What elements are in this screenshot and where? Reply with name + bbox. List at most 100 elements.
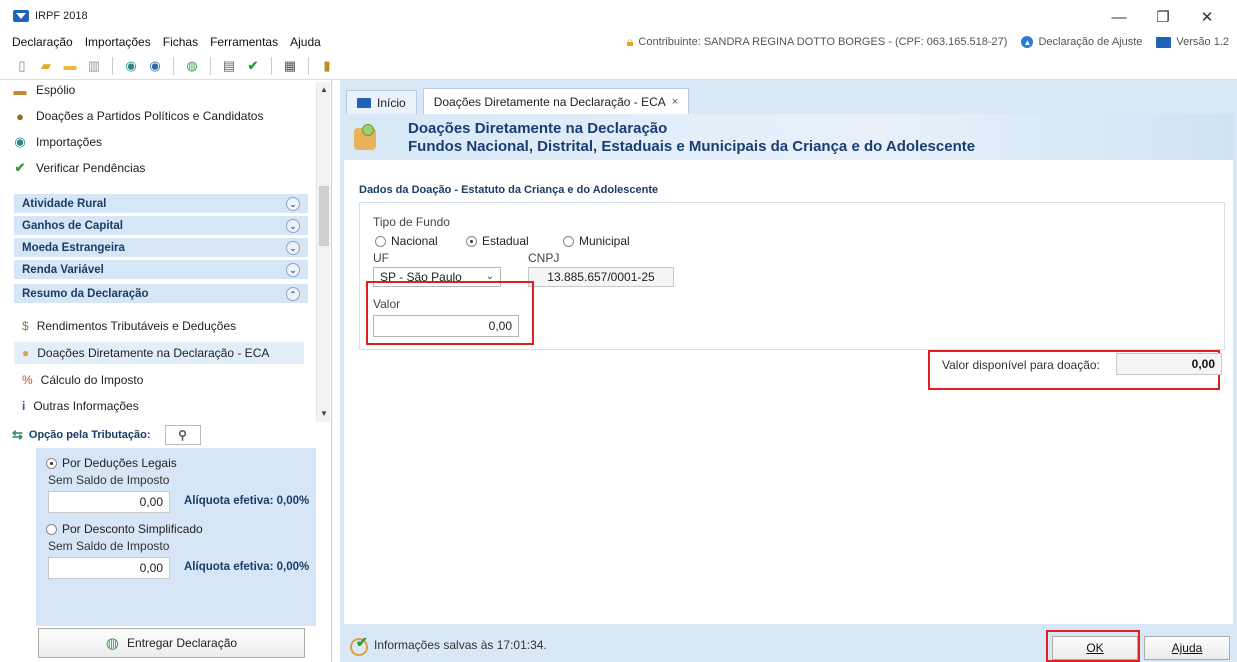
checkmark-icon: ✔ [14, 160, 26, 175]
verify-check-icon[interactable]: ✔ [245, 58, 261, 74]
sidebar-item-calculo-imposto[interactable]: % Cálculo do Imposto [22, 369, 151, 391]
declaration-type-icon: ▲ [1021, 36, 1034, 48]
sidebar-item-label: Verificar Pendências [36, 161, 146, 175]
open-folder-icon[interactable]: ▰ [38, 58, 54, 74]
radio-label: Estadual [482, 234, 529, 248]
title-bar: IRPF 2018 — ❐ ✕ [0, 0, 1237, 32]
app-logo-icon [13, 10, 29, 22]
tab-doacoes-eca[interactable]: Doações Diretamente na Declaração - ECA … [422, 88, 690, 114]
close-button[interactable]: ✕ [1185, 6, 1229, 28]
radio-deducoes-legais[interactable]: Por Deduções Legais [46, 456, 177, 470]
toolbar-separator [210, 56, 211, 75]
calculator-icon[interactable]: ▦ [282, 58, 298, 74]
import-icon[interactable]: ◉ [123, 58, 139, 74]
radio-estadual[interactable]: Estadual [466, 234, 529, 248]
tab-inicio[interactable]: Início [346, 90, 417, 114]
tax-option-header: ⇆ Opção pela Tributação: ⚲ [12, 422, 312, 448]
print-icon[interactable]: ▤ [221, 58, 237, 74]
export-icon[interactable]: ◉ [147, 58, 163, 74]
sidebar-item-espolio[interactable]: ▬ Espólio [12, 82, 76, 98]
radio-nacional[interactable]: Nacional [375, 234, 438, 248]
declaration-type[interactable]: ▲ Declaração de Ajuste [1021, 36, 1142, 48]
status-info: 🔒︎ Contribuinte: SANDRA REGINA DOTTO BOR… [626, 32, 1229, 52]
version-label: Versão 1.2 [1176, 36, 1229, 48]
menu-ajuda[interactable]: Ajuda [290, 35, 321, 49]
globe-icon: ◍ [105, 635, 120, 652]
import-icon: ◉ [14, 134, 26, 149]
section-label: Resumo da Declaração [22, 287, 149, 300]
content-area: Doações Diretamente na Declaração Fundos… [344, 114, 1233, 624]
toolbar-separator [271, 56, 272, 75]
sidebar-item-importacoes[interactable]: ◉ Importações [12, 134, 102, 150]
fund-type-label: Tipo de Fundo [373, 215, 450, 229]
radio-municipal-input[interactable] [563, 235, 574, 247]
sidebar-item-outras-informacoes[interactable]: i Outras Informações [22, 395, 147, 417]
scroll-up-icon[interactable]: ▲ [317, 82, 331, 96]
chevron-down-icon[interactable]: ⌄ [286, 219, 300, 233]
help-book-icon[interactable]: ▮ [319, 58, 335, 74]
menu-ferramentas[interactable]: Ferramentas [210, 35, 278, 49]
saved-check-icon [350, 634, 368, 656]
cnpj-field: 13.885.657/0001-25 [528, 267, 674, 287]
info-icon: i [22, 399, 26, 413]
tab-label: Início [377, 95, 406, 110]
radio-nacional-input[interactable] [375, 235, 386, 247]
scroll-down-icon[interactable]: ▼ [317, 406, 331, 420]
radio-deducoes-legais-input[interactable] [46, 457, 57, 469]
page-title: Doações Diretamente na Declaração [408, 120, 668, 137]
children-icon [354, 124, 376, 150]
toolbar-separator [308, 56, 309, 75]
lock-icon: 🔒︎ [626, 34, 634, 49]
scroll-thumb[interactable] [319, 186, 329, 246]
version-flag-icon [1156, 36, 1172, 48]
sidebar-nav: ▬ Espólio ● Doações a Partidos Políticos… [0, 80, 332, 422]
maximize-button[interactable]: ❐ [1141, 6, 1185, 28]
sidebar-item-label: Doações a Partidos Políticos e Candidato… [36, 109, 264, 123]
menu-fichas[interactable]: Fichas [163, 35, 198, 49]
sidebar-item-doacoes-eca[interactable]: ● Doações Diretamente na Declaração - EC… [14, 342, 304, 364]
section-atividade-rural[interactable]: Atividade Rural ⌄ [14, 194, 308, 214]
minimize-button[interactable]: — [1097, 6, 1141, 28]
sidebar-item-doacoes-partidos[interactable]: ● Doações a Partidos Políticos e Candida… [12, 108, 263, 124]
radio-desconto-simplificado-input[interactable] [46, 523, 57, 535]
section-moeda-estrangeira[interactable]: Moeda Estrangeira ⌄ [14, 238, 308, 258]
chevron-down-icon[interactable]: ⌄ [286, 263, 300, 277]
tax-option-panel: Por Deduções Legais Sem Saldo de Imposto… [36, 448, 316, 626]
sidebar-item-label: Outras Informações [33, 399, 139, 413]
sidebar-item-rendimentos[interactable]: $ Rendimentos Tributáveis e Deduções [22, 315, 244, 337]
globe-icon[interactable]: ◍ [184, 58, 200, 74]
version-info[interactable]: Versão 1.2 [1156, 36, 1229, 48]
radio-municipal[interactable]: Municipal [563, 234, 630, 248]
sidebar-scrollbar[interactable]: ▲ ▼ [316, 82, 330, 422]
section-renda-variavel[interactable]: Renda Variável ⌄ [14, 260, 308, 280]
chevron-up-icon[interactable]: ⌃ [286, 287, 300, 301]
sidebar: ▬ Espólio ● Doações a Partidos Políticos… [0, 80, 332, 662]
desconto-sub-label: Sem Saldo de Imposto [48, 539, 170, 553]
deliver-declaration-button[interactable]: ◍ Entregar Declaração [38, 628, 305, 658]
chevron-down-icon[interactable]: ⌄ [286, 197, 300, 211]
help-button[interactable]: Ajuda [1144, 636, 1230, 660]
folder-icon[interactable]: ▬ [62, 58, 78, 74]
section-label: Moeda Estrangeira [22, 241, 125, 254]
window-title: IRPF 2018 [35, 10, 88, 22]
sidebar-item-verificar-pendencias[interactable]: ✔ Verificar Pendências [12, 160, 146, 176]
menu-declaracao[interactable]: Declaração [12, 35, 73, 49]
declaration-type-label: Declaração de Ajuste [1038, 36, 1143, 48]
section-resumo-da-declaracao[interactable]: Resumo da Declaração ⌃ [14, 284, 308, 304]
radio-label: Municipal [579, 234, 630, 248]
ok-button[interactable]: OK [1052, 636, 1138, 660]
trash-icon[interactable]: ▥ [86, 58, 102, 74]
search-button[interactable]: ⚲ [164, 425, 201, 445]
form-group-title: Dados da Doação - Estatuto da Criança e … [359, 184, 659, 196]
valor-input[interactable]: 0,00 [373, 315, 519, 337]
section-ganhos-de-capital[interactable]: Ganhos de Capital ⌄ [14, 216, 308, 236]
chevron-down-icon[interactable]: ⌄ [286, 241, 300, 255]
deducoes-sub-label: Sem Saldo de Imposto [48, 473, 170, 487]
radio-estadual-input[interactable] [466, 235, 477, 247]
tab-label: Doações Diretamente na Declaração - ECA [433, 94, 666, 109]
taxpayer-info: 🔒︎ Contribuinte: SANDRA REGINA DOTTO BOR… [626, 34, 1007, 50]
radio-desconto-simplificado[interactable]: Por Desconto Simplificado [46, 522, 203, 536]
close-icon[interactable]: × [672, 96, 678, 108]
new-file-icon[interactable]: ▯ [14, 58, 30, 74]
menu-importacoes[interactable]: Importações [85, 35, 151, 49]
